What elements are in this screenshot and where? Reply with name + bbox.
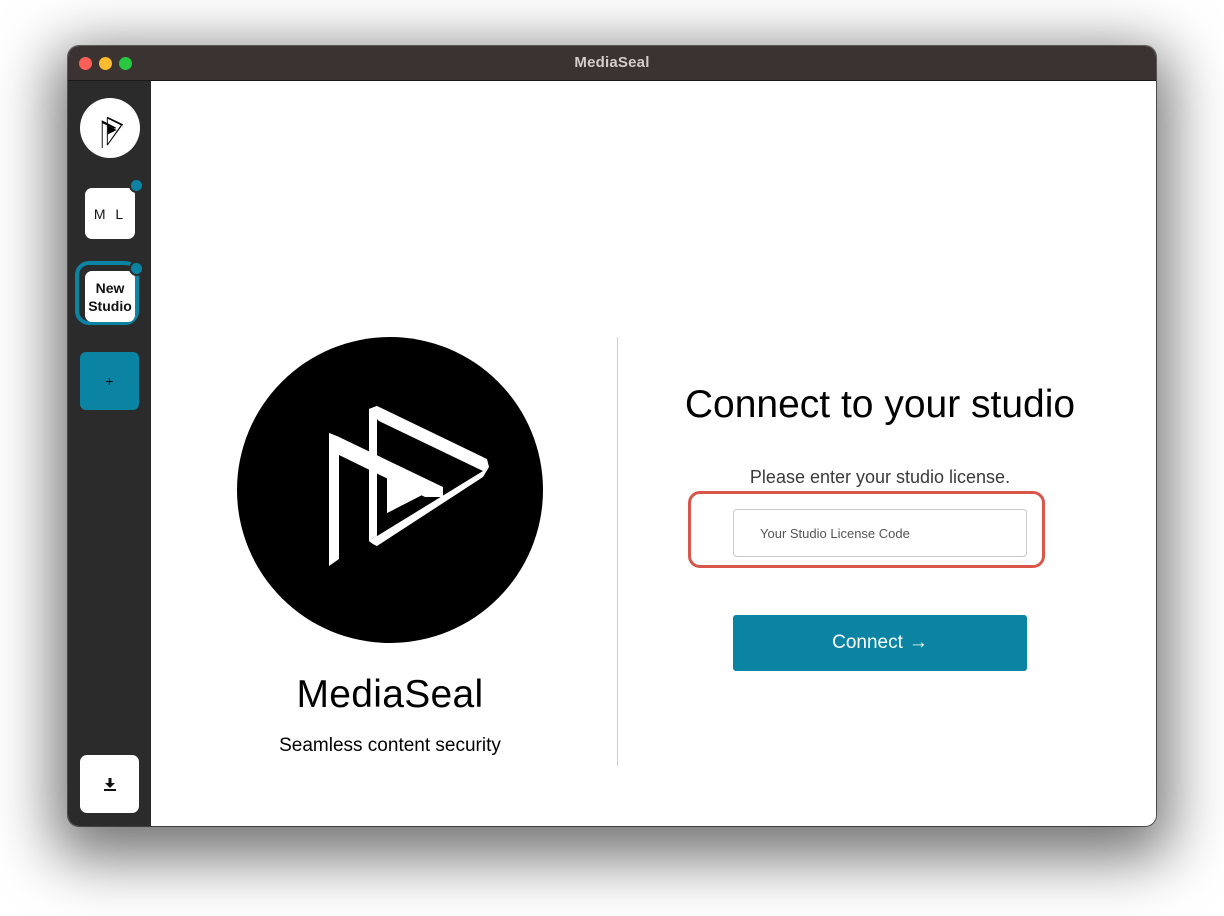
notification-dot [129, 178, 144, 193]
studio-tile-label: M L [93, 205, 127, 222]
connect-button[interactable]: Connect → [733, 615, 1027, 671]
window-title: MediaSeal [574, 54, 650, 71]
download-button[interactable] [80, 755, 139, 813]
screen: MediaSeal M L New Studio + MediaSeal Sea… [0, 0, 1224, 916]
download-icon [103, 778, 116, 791]
plus-icon: + [105, 373, 114, 389]
studio-tile-ml[interactable]: M L [85, 188, 135, 239]
arrow-right-icon: → [908, 632, 928, 653]
sidebar: M L New Studio + [68, 81, 151, 826]
brand-logo [237, 337, 543, 643]
studio-tile-label-line1: New [95, 279, 125, 296]
connect-instructions: Please enter your studio license. [749, 467, 1011, 487]
vertical-divider [617, 337, 618, 766]
connect-heading: Connect to your studio [684, 383, 1076, 426]
connect-button-label: Connect [832, 632, 903, 653]
main-panel: MediaSeal Seamless content security Conn… [151, 81, 1156, 826]
add-studio-button[interactable]: + [80, 352, 139, 410]
brand-tagline: Seamless content security [279, 735, 501, 756]
app-window: MediaSeal M L New Studio + MediaSeal Sea… [68, 46, 1156, 826]
mediaseal-logo-icon [329, 406, 489, 566]
title-bar[interactable]: MediaSeal [68, 46, 1156, 81]
mediaseal-logo-icon [101, 117, 123, 148]
studio-tile-new-studio[interactable]: New Studio [85, 271, 135, 322]
license-code-input[interactable] [733, 509, 1027, 557]
studio-tile-label-line2: Studio [88, 297, 132, 314]
notification-dot [129, 261, 144, 276]
brand-name: MediaSeal [296, 673, 484, 716]
home-logo-button[interactable] [80, 98, 140, 158]
